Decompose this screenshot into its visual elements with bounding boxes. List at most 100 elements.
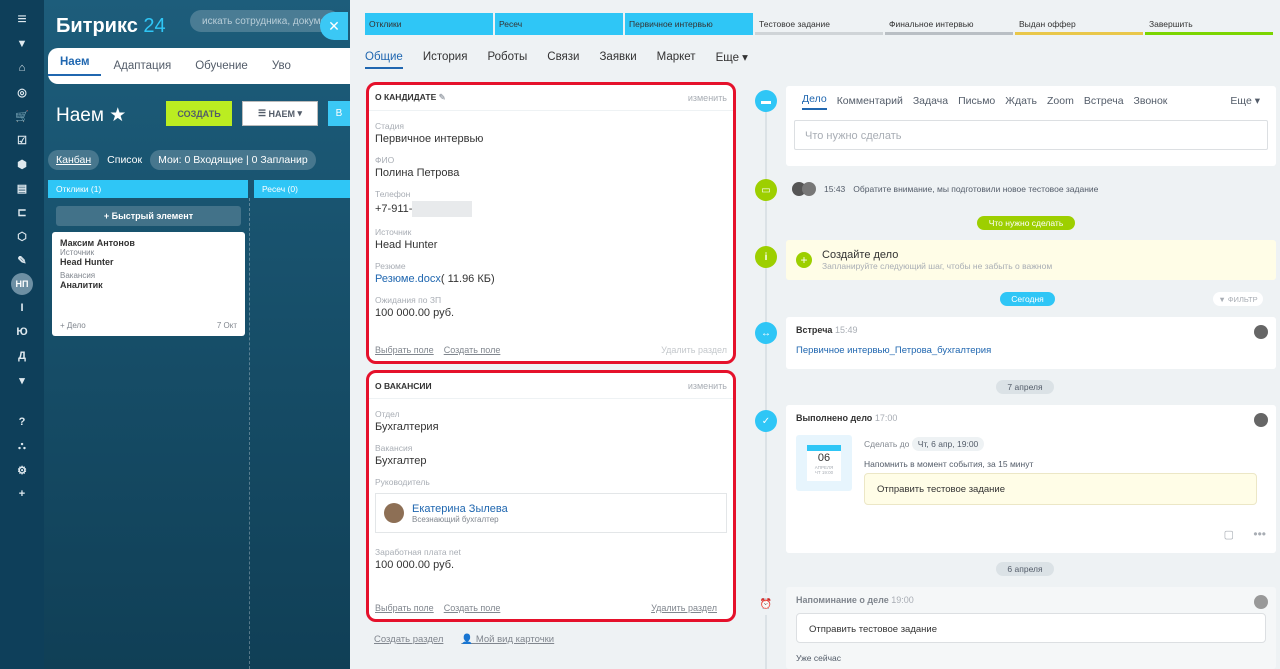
my-counters[interactable]: Мои: 0 Входящие | 0 Запланир [150, 150, 316, 170]
close-button[interactable]: ✕ [320, 12, 348, 40]
category-selector[interactable]: ☰ НАЕМ ▾ [242, 101, 318, 126]
stage-step[interactable]: Отклики [365, 13, 493, 35]
vacancy-section: О ВАКАНСИИ изменить Отдел Бухгалтерия Вака… [366, 370, 736, 622]
menu-letter-i[interactable]: І [0, 296, 44, 320]
view-switcher: Канбан Список Мои: 0 Входящие | 0 Заплан… [48, 148, 350, 172]
choose-field-link[interactable]: Выбрать поле [375, 603, 434, 613]
activity-tab[interactable]: Zoom [1047, 95, 1074, 107]
activity-tab[interactable]: Ждать [1005, 95, 1037, 107]
note-icon[interactable]: ▢ [1224, 528, 1234, 541]
create-field-link[interactable]: Создать поле [444, 345, 501, 355]
calendar-icon[interactable]: ▤ [0, 176, 44, 200]
chevron-down-icon[interactable]: ▾ [0, 368, 44, 392]
tab-training[interactable]: Обучение [183, 60, 260, 72]
create-button[interactable]: СОЗДАТЬ [166, 101, 232, 126]
avatar[interactable]: НП [0, 272, 44, 296]
alarm-icon: ⏰ [755, 593, 777, 615]
resume-file-link[interactable]: Резюме.docx [375, 273, 441, 285]
box-icon[interactable]: ⬡ [0, 224, 44, 248]
meeting-link[interactable]: Первичное интервью_Петрова_бухгалтерия [796, 345, 1266, 356]
kanban-column-header: Ресеч (0) [254, 180, 350, 198]
field-department: Отдел Бухгалтерия [375, 409, 439, 433]
filter-button[interactable]: ▼ ФИЛЬТР [1213, 292, 1263, 306]
activity-tab[interactable]: Задача [913, 95, 948, 107]
edit-link[interactable]: изменить [688, 381, 727, 391]
activity-tab[interactable]: Дело [802, 93, 827, 110]
filter-icon[interactable]: ▼ [0, 32, 44, 56]
gear-icon[interactable]: ⚙ [0, 458, 44, 482]
home-icon[interactable]: ⌂ [0, 56, 44, 80]
activity-tab[interactable]: Звонок [1134, 95, 1168, 107]
activity-editor: Дело Комментарий Задача Письмо Ждать Zoom Встр… [786, 86, 1276, 166]
edit-link[interactable]: изменить [688, 93, 727, 103]
tab-links[interactable]: Связи [547, 51, 579, 63]
section-title: О КАНДИДАТЕ ✎ [375, 92, 446, 102]
create-field-link[interactable]: Создать поле [444, 603, 501, 613]
pencil-icon[interactable]: ✎ [439, 92, 446, 102]
tab-more[interactable]: Еще ▾ [716, 50, 748, 64]
tab-adaptation[interactable]: Адаптация [101, 60, 183, 72]
cart-icon[interactable]: 🛒 [0, 104, 44, 128]
stage-step[interactable]: Завершить [1145, 13, 1273, 35]
view-list[interactable]: Список [107, 154, 142, 166]
avatar [1254, 595, 1268, 609]
delete-section-link[interactable]: Удалить раздел [651, 603, 717, 613]
avatar [1254, 413, 1268, 427]
my-card-view-link[interactable]: 👤 Мой вид карточки [461, 634, 554, 645]
activity-tab[interactable]: Письмо [958, 95, 995, 107]
choose-field-link[interactable]: Выбрать поле [375, 345, 434, 355]
search-input[interactable]: искать сотрудника, документ... [190, 10, 340, 32]
stage-step[interactable]: Первичное интервью [625, 13, 753, 35]
page-title: Наем ★ [56, 105, 127, 126]
robot-icon[interactable]: ⊏ [0, 200, 44, 224]
delete-section-link[interactable]: Удалить раздел [661, 345, 727, 355]
menu-letter-d[interactable]: Д [0, 344, 44, 368]
quick-add-button[interactable]: + Быстрый элемент [56, 206, 241, 226]
plus-icon[interactable]: + [0, 482, 44, 506]
stage-step[interactable]: Выдан оффер [1015, 13, 1143, 35]
todo-input[interactable]: Что нужно сделать [794, 120, 1268, 150]
field-source: Источник Head Hunter [375, 227, 438, 251]
deadline-badge[interactable]: Чт, 6 апр, 19:00 [911, 437, 985, 451]
reminder-task: Отправить тестовое задание [796, 613, 1266, 643]
tab-market[interactable]: Маркет [657, 51, 696, 63]
tab-dismissal[interactable]: Уво [260, 60, 303, 72]
add-deal-link[interactable]: + Дело [60, 321, 86, 330]
kanban-column: + Быстрый элемент Максим Антонов Источни… [48, 198, 250, 669]
help-icon[interactable]: ? [0, 410, 44, 434]
stage-step[interactable]: Финальное интервью [885, 13, 1013, 35]
field-manager: Руководитель [375, 477, 430, 487]
sign-icon[interactable]: ✎ [0, 248, 44, 272]
kanban-card[interactable]: Максим Антонов Источник Head Hunter Вака… [52, 232, 245, 336]
tab-general[interactable]: Общие [365, 51, 403, 69]
stage-step[interactable]: Тестовое задание [755, 13, 883, 35]
create-deal-hint[interactable]: + Создайте дело Запланируйте следующий ша… [786, 240, 1276, 280]
menu-letter-yu[interactable]: Ю [0, 320, 44, 344]
blurred-phone [412, 201, 473, 217]
activity-tab[interactable]: Встреча [1084, 95, 1124, 107]
avatar [1254, 325, 1268, 339]
stage-step[interactable]: Ресеч [495, 13, 623, 35]
manager-card[interactable]: Екатерина Зылева Всезнающий бухгалтер [375, 493, 727, 533]
field-salary-net: Заработная плата net 100 000.00 руб. [375, 547, 461, 571]
field-resume: Резюме Резюме.docx( 11.96 КБ) [375, 261, 495, 285]
create-section-link[interactable]: Создать раздел [374, 634, 443, 645]
crm-icon[interactable]: ⬢ [0, 152, 44, 176]
tab-requests[interactable]: Заявки [599, 51, 636, 63]
tab-hire[interactable]: Наем [48, 56, 102, 76]
target-icon[interactable]: ◎ [0, 80, 44, 104]
tasks-icon[interactable]: ☑ [0, 128, 44, 152]
comment-icon: ▭ [755, 179, 777, 201]
activity-tab[interactable]: Комментарий [837, 95, 903, 107]
menu-icon[interactable]: ≡ [0, 8, 44, 32]
tab-history[interactable]: История [423, 51, 468, 63]
section-tabs: Наем Адаптация Обучение Уво [48, 48, 350, 84]
structure-icon[interactable]: ⛬ [0, 434, 44, 458]
card-tabs: Общие История Роботы Связи Заявки Маркет… [365, 42, 1273, 72]
tab-robots[interactable]: Роботы [487, 51, 527, 63]
more-button[interactable]: В [328, 101, 350, 126]
view-kanban[interactable]: Канбан [48, 150, 100, 170]
activity-more[interactable]: Еще ▾ [1230, 95, 1260, 107]
more-icon[interactable]: ••• [1253, 527, 1266, 541]
star-icon[interactable]: ★ [109, 105, 126, 126]
